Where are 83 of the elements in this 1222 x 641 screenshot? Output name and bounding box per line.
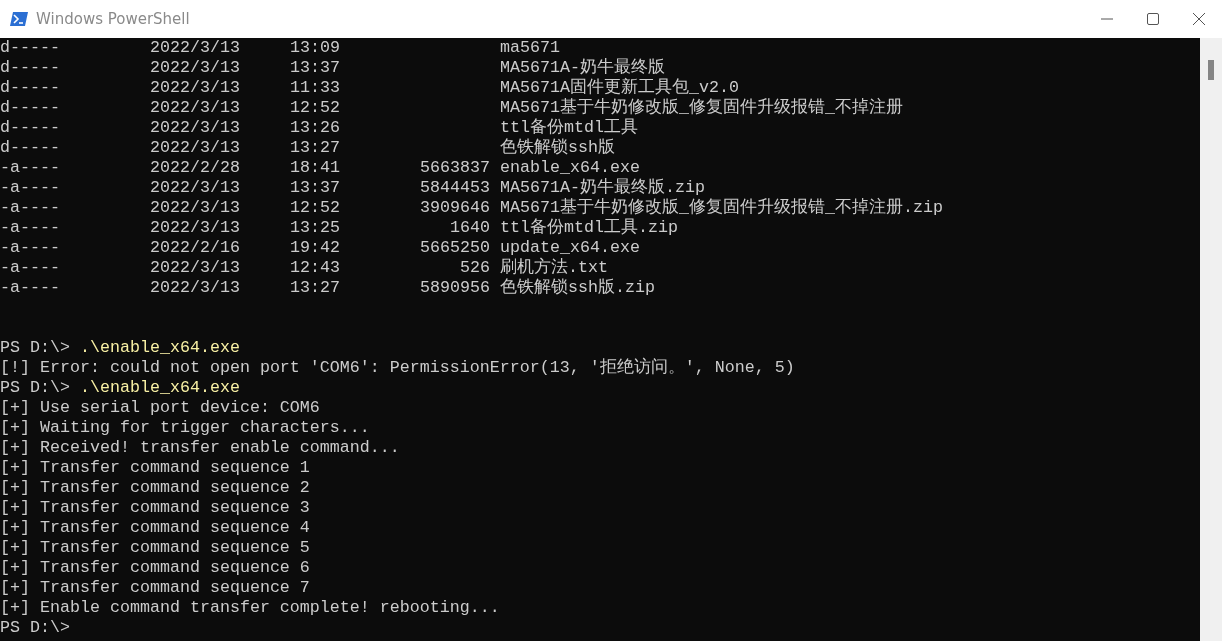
date-text: 2022/2/16 <box>150 238 240 258</box>
prompt-text: PS D:\> <box>0 618 70 638</box>
file-name: ma5671 <box>500 38 560 58</box>
scrollbar[interactable] <box>1200 38 1222 641</box>
date-text: 2022/3/13 <box>150 38 240 58</box>
date-text: 2022/3/13 <box>150 78 240 98</box>
output-line: [+] Waiting for trigger characters... <box>0 418 370 438</box>
close-icon <box>1193 13 1205 25</box>
date-text: 2022/3/13 <box>150 278 240 298</box>
window-title: Windows PowerShell <box>36 10 190 28</box>
mode-text: -a---- <box>0 238 60 258</box>
output-line: [+] Received! transfer enable command... <box>0 438 400 458</box>
date-text: 2022/2/28 <box>150 158 240 178</box>
powershell-icon <box>10 11 28 27</box>
time-text: 18:41 <box>290 158 340 178</box>
file-name: MA5671A-奶牛最终版 <box>500 58 665 78</box>
output-line: [+] Transfer command sequence 2 <box>0 478 310 498</box>
date-text: 2022/3/13 <box>150 178 240 198</box>
mode-text: -a---- <box>0 178 60 198</box>
file-name: 色铁解锁ssh版 <box>500 138 615 158</box>
date-text: 2022/3/13 <box>150 118 240 138</box>
output-line: [+] Transfer command sequence 1 <box>0 458 310 478</box>
output-line: [+] Transfer command sequence 6 <box>0 558 310 578</box>
file-name: 刷机方法.txt <box>500 258 608 278</box>
command-text: .\enable_x64.exe <box>79 338 240 358</box>
file-name: 色铁解锁ssh版.zip <box>500 278 655 298</box>
mode-text: -a---- <box>0 218 60 238</box>
time-text: 13:27 <box>290 278 340 298</box>
file-name: update_x64.exe <box>500 238 640 258</box>
minimize-icon <box>1101 18 1113 20</box>
time-text: 12:43 <box>290 258 340 278</box>
mode-text: -a---- <box>0 278 60 298</box>
mode-text: d----- <box>0 38 60 58</box>
output-line: [+] Transfer command sequence 3 <box>0 498 310 518</box>
file-name: enable_x64.exe <box>500 158 640 178</box>
file-name: ttl备份mtdl工具 <box>500 118 638 138</box>
mode-text: -a---- <box>0 258 60 278</box>
length-text: 5665250 <box>420 238 490 258</box>
date-text: 2022/3/13 <box>150 98 240 118</box>
time-text: 13:37 <box>290 178 340 198</box>
output-line: [+] Transfer command sequence 7 <box>0 578 310 598</box>
date-text: 2022/3/13 <box>150 138 240 158</box>
time-text: 12:52 <box>290 198 340 218</box>
file-name: MA5671基于牛奶修改版_修复固件升级报错_不掉注册.zip <box>500 198 943 218</box>
date-text: 2022/3/13 <box>150 218 240 238</box>
time-text: 13:37 <box>290 58 340 78</box>
length-text: 5663837 <box>420 158 490 178</box>
time-text: 19:42 <box>290 238 340 258</box>
file-name: MA5671基于牛奶修改版_修复固件升级报错_不掉注册 <box>500 98 903 118</box>
length-text: 1640 <box>450 218 490 238</box>
output-line: [!] Error: could not open port 'COM6': PermissionError(13, '拒绝访问。', None, 5) <box>0 358 795 378</box>
output-line: [+] Transfer command sequence 5 <box>0 538 310 558</box>
date-text: 2022/3/13 <box>150 258 240 278</box>
scrollbar-thumb[interactable] <box>1208 60 1214 80</box>
time-text: 12:52 <box>290 98 340 118</box>
time-text: 13:25 <box>290 218 340 238</box>
mode-text: -a---- <box>0 198 60 218</box>
time-text: 13:09 <box>290 38 340 58</box>
mode-text: d----- <box>0 98 60 118</box>
time-text: 13:26 <box>290 118 340 138</box>
length-text: 5844453 <box>420 178 490 198</box>
time-text: 13:27 <box>290 138 340 158</box>
mode-text: -a---- <box>0 158 60 178</box>
mode-text: d----- <box>0 138 60 158</box>
mode-text: d----- <box>0 118 60 138</box>
output-line: [+] Use serial port device: COM6 <box>0 398 320 418</box>
file-name: ttl备份mtdl工具.zip <box>500 218 678 238</box>
date-text: 2022/3/13 <box>150 198 240 218</box>
mode-text: d----- <box>0 78 60 98</box>
output-line: [+] Enable command transfer complete! rebooting... <box>0 598 500 618</box>
time-text: 11:33 <box>290 78 340 98</box>
prompt-text: PS D:\> <box>0 338 70 358</box>
file-name: MA5671A-奶牛最终版.zip <box>500 178 705 198</box>
prompt-text: PS D:\> <box>0 378 70 398</box>
file-name: MA5671A固件更新工具包_v2.0 <box>500 78 739 98</box>
date-text: 2022/3/13 <box>150 58 240 78</box>
command-text: .\enable_x64.exe <box>79 378 240 398</box>
output-line: [+] Transfer command sequence 4 <box>0 518 310 538</box>
length-text: 3909646 <box>420 198 490 218</box>
length-text: 5890956 <box>420 278 490 298</box>
length-text: 526 <box>460 258 490 278</box>
mode-text: d----- <box>0 58 60 78</box>
maximize-icon <box>1147 13 1159 25</box>
